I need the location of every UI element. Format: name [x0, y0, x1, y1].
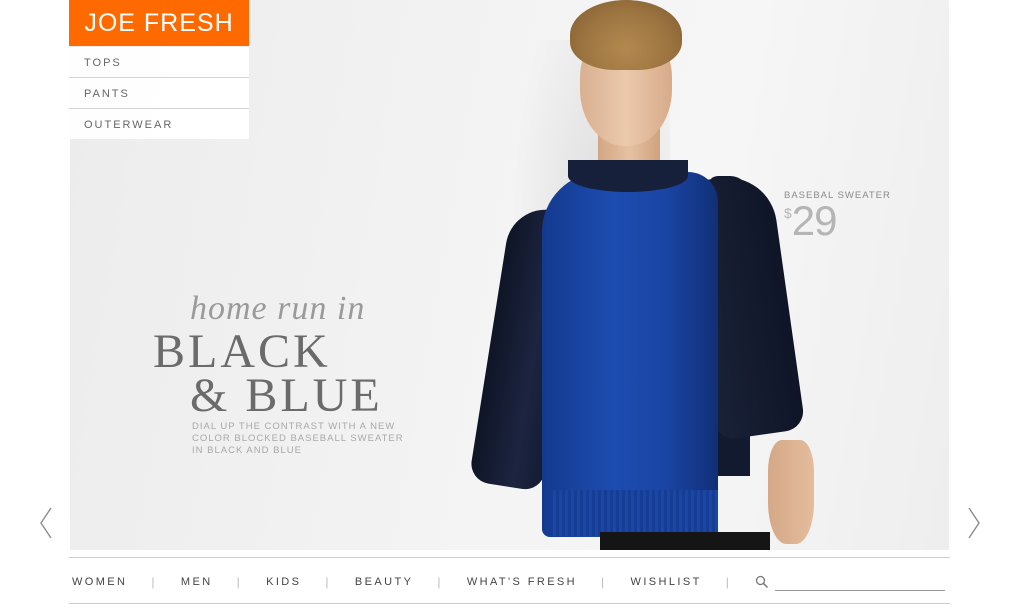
nav-separator: | [601, 575, 607, 589]
nav-item-whats-fresh[interactable]: WHAT'S FRESH [467, 576, 577, 588]
sweater-front [542, 172, 718, 537]
headline-line2: & BLUE [190, 369, 383, 422]
menu-item-pants[interactable]: PANTS [69, 78, 249, 109]
sweater-collar [568, 160, 688, 192]
price-amount: 29 [791, 197, 838, 244]
nav-separator: | [437, 575, 443, 589]
nav-separator: | [236, 575, 243, 589]
nav-item-kids[interactable]: KIDS [266, 576, 301, 588]
price-currency: $ [784, 205, 792, 221]
menu-item-outerwear[interactable]: OUTERWEAR [69, 109, 249, 139]
nav-separator: | [325, 575, 331, 589]
chevron-right-icon [968, 507, 980, 539]
main-nav: WOMEN | MEN | KIDS | BEAUTY | WHAT'S FRE… [69, 570, 950, 594]
carousel-prev-button[interactable] [36, 505, 56, 541]
sweater-hem [550, 490, 718, 536]
carousel-next-button[interactable] [964, 505, 984, 541]
brand-logo[interactable]: JOE FRESH [69, 0, 249, 46]
nav-item-wishlist[interactable]: WISHLIST [631, 576, 702, 588]
category-menu: TOPS PANTS OUTERWEAR [69, 47, 249, 139]
brand-logo-text: JOE FRESH [84, 8, 234, 37]
model-image [468, 0, 830, 550]
nav-divider-top [69, 557, 950, 558]
model-hand [768, 440, 814, 544]
menu-item-tops[interactable]: TOPS [69, 47, 249, 78]
chevron-left-icon [40, 507, 52, 539]
nav-item-women[interactable]: WOMEN [69, 576, 127, 588]
nav-divider-bottom [69, 603, 950, 604]
nav-item-beauty[interactable]: BEAUTY [355, 576, 413, 588]
product-price: $29 [784, 197, 838, 245]
nav-separator: | [725, 575, 732, 589]
search-icon[interactable] [755, 575, 769, 589]
headline-kicker: home run in [190, 290, 366, 327]
model-pants [600, 532, 770, 550]
search-input[interactable] [775, 573, 946, 591]
nav-separator: | [151, 575, 157, 589]
nav-item-men[interactable]: MEN [181, 576, 213, 588]
headline-subtitle: DIAL UP THE CONTRAST WITH A NEW COLOR BL… [192, 421, 404, 456]
model-hair [570, 0, 682, 70]
